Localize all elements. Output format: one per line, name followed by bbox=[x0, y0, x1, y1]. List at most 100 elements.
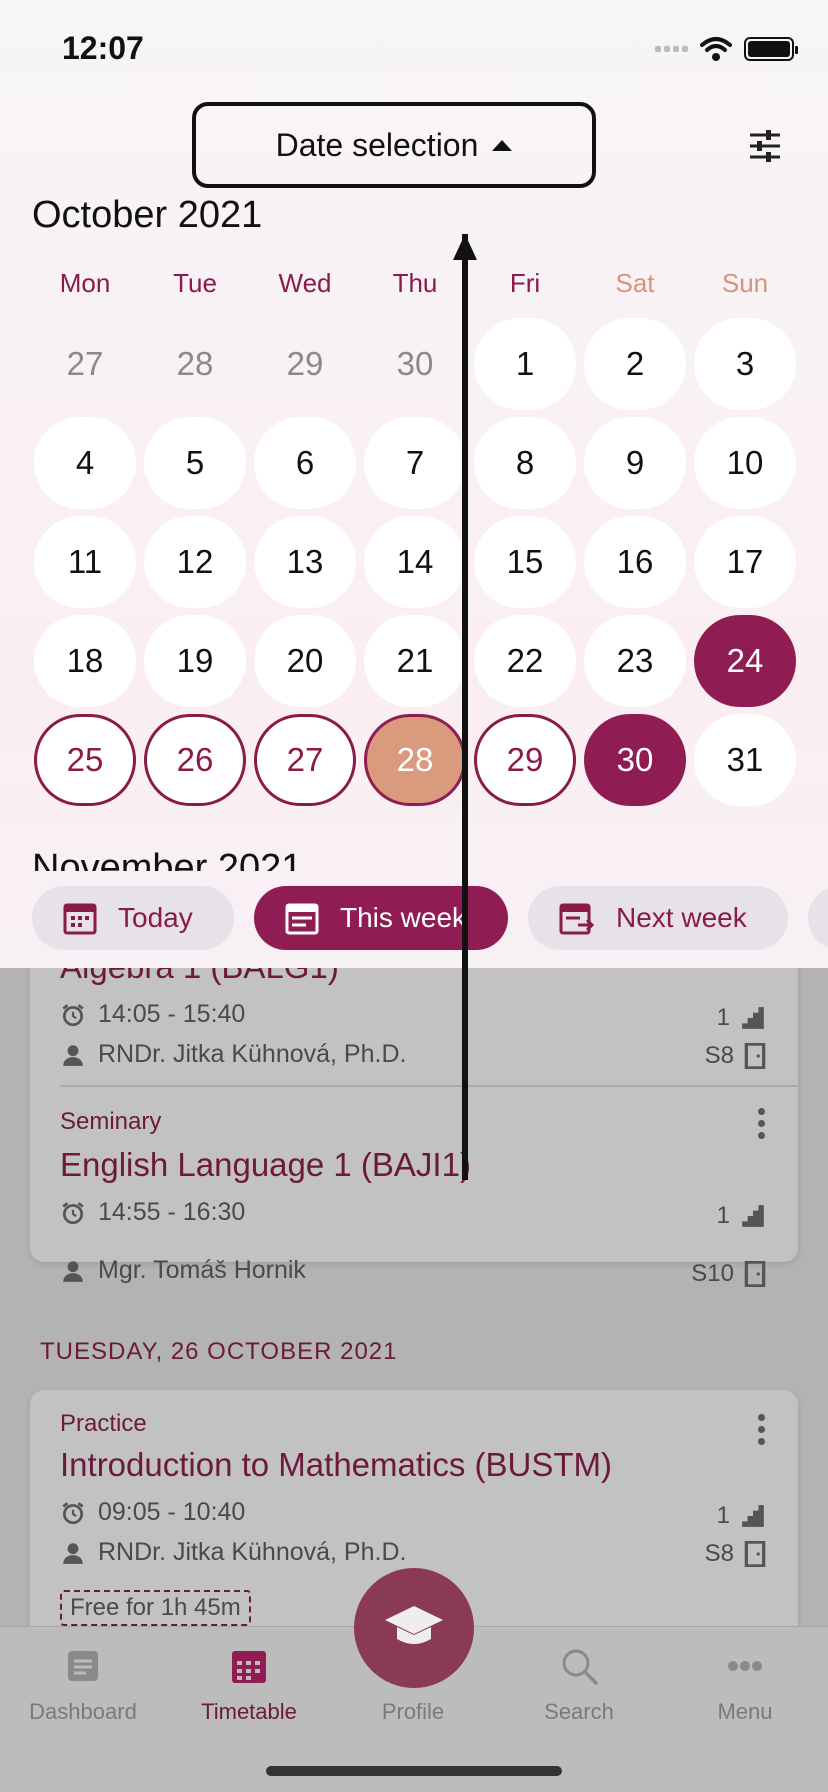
calendar-day[interactable]: 8 bbox=[474, 416, 576, 509]
quick-range-chips: Today This week Next week bbox=[0, 872, 828, 968]
calendar-day[interactable]: 15 bbox=[474, 515, 576, 608]
calendar-day-cell: 9 bbox=[580, 413, 690, 512]
timetable-list: Algebra 1 (BALG1) 14:05 - 15:40 RNDr. Ji… bbox=[0, 940, 828, 1650]
status-icons bbox=[655, 36, 798, 62]
calendar-day-cell: 30 bbox=[360, 314, 470, 413]
home-indicator bbox=[266, 1766, 562, 1776]
calendar-day[interactable]: 28 bbox=[364, 713, 466, 806]
calendar-day[interactable]: 20 bbox=[254, 614, 356, 707]
calendar-day-cell: 19 bbox=[140, 611, 250, 710]
date-selection-button[interactable]: Date selection bbox=[192, 102, 596, 188]
calendar-day[interactable]: 27 bbox=[254, 713, 356, 806]
calendar-day[interactable]: 25 bbox=[34, 713, 136, 806]
calendar-day-cell: 29 bbox=[250, 314, 360, 413]
event-teacher: RNDr. Jitka Kühnová, Ph.D. bbox=[60, 1538, 406, 1567]
calendar-day-cell: 26 bbox=[140, 710, 250, 809]
weekday-label: Thu bbox=[392, 268, 438, 298]
profile-fab-button[interactable] bbox=[354, 1568, 474, 1688]
battery-icon bbox=[744, 37, 798, 61]
graduation-cap-icon bbox=[385, 1606, 443, 1644]
signal-icon bbox=[655, 46, 688, 52]
tab-menu[interactable]: Menu bbox=[662, 1645, 828, 1725]
calendar-day[interactable]: 13 bbox=[254, 515, 356, 608]
event-time: 09:05 - 10:40 bbox=[60, 1498, 245, 1527]
this-week-chip[interactable]: This week bbox=[254, 886, 508, 950]
calendar-day-cell: 12 bbox=[140, 512, 250, 611]
calendar-day-cell: 11 bbox=[30, 512, 140, 611]
alarm-icon bbox=[62, 1501, 84, 1524]
month-title: October 2021 bbox=[32, 194, 263, 236]
calendar-day[interactable]: 5 bbox=[144, 416, 246, 509]
tab-search[interactable]: Search bbox=[496, 1645, 662, 1725]
swipe-arrow-line bbox=[462, 234, 468, 1180]
calendar-day[interactable]: 30 bbox=[584, 713, 686, 806]
calendar-day[interactable]: 23 bbox=[584, 614, 686, 707]
more-icon[interactable] bbox=[758, 1414, 766, 1445]
calendar-day-cell: 24 bbox=[690, 611, 800, 710]
calendar-day-cell: 16 bbox=[580, 512, 690, 611]
calendar-day[interactable]: 3 bbox=[694, 317, 796, 410]
tab-timetable[interactable]: Timetable bbox=[166, 1645, 332, 1725]
event-type: Seminary bbox=[60, 1108, 162, 1135]
calendar-day-cell: 22 bbox=[470, 611, 580, 710]
calendar-day[interactable]: 6 bbox=[254, 416, 356, 509]
event-room: S10 bbox=[691, 1260, 766, 1288]
calendar-day[interactable]: 10 bbox=[694, 416, 796, 509]
calendar-day[interactable]: 11 bbox=[34, 515, 136, 608]
calendar-day-cell: 28 bbox=[140, 314, 250, 413]
person-icon bbox=[63, 1260, 83, 1282]
calendar-day[interactable]: 9 bbox=[584, 416, 686, 509]
more-chip[interactable] bbox=[808, 886, 828, 950]
calendar-day[interactable]: 12 bbox=[144, 515, 246, 608]
calendar-day-cell: 18 bbox=[30, 611, 140, 710]
event-type: Practice bbox=[60, 1410, 147, 1437]
calendar-day[interactable]: 4 bbox=[34, 416, 136, 509]
filter-icon[interactable] bbox=[748, 128, 782, 164]
event-floor: 1 bbox=[717, 1004, 766, 1032]
next-week-chip[interactable]: Next week bbox=[528, 886, 788, 950]
weekday-header: Mon Tue Wed Thu Fri Sat Sun bbox=[30, 268, 800, 299]
person-icon bbox=[63, 1542, 83, 1564]
more-icon[interactable] bbox=[758, 1108, 766, 1139]
event-floor: 1 bbox=[717, 1202, 766, 1230]
event-teacher: Mgr. Tomáš Hornik bbox=[60, 1256, 306, 1285]
weekday-label: Sat bbox=[615, 268, 655, 298]
calendar-day[interactable]: 16 bbox=[584, 515, 686, 608]
calendar-day[interactable]: 24 bbox=[694, 614, 796, 707]
event-title: English Language 1 (BAJI1) bbox=[60, 1146, 471, 1183]
tab-dashboard[interactable]: Dashboard bbox=[0, 1645, 166, 1725]
calendar-grid: 27 28 29 30 1 2 3 4 5 6 7 8 9 10 11 12 13 14 15 16 17 18 19 20 2… bbox=[30, 314, 800, 809]
alarm-icon bbox=[62, 1201, 84, 1224]
calendar-day[interactable]: 18 bbox=[34, 614, 136, 707]
weekday-label: Mon bbox=[59, 268, 111, 298]
event-room: S8 bbox=[705, 1540, 766, 1568]
today-chip[interactable]: Today bbox=[32, 886, 234, 950]
calendar-day[interactable]: 26 bbox=[144, 713, 246, 806]
calendar-day[interactable]: 19 bbox=[144, 614, 246, 707]
event-room: S8 bbox=[705, 1042, 766, 1070]
calendar-day-cell: 8 bbox=[470, 413, 580, 512]
calendar-day[interactable]: 1 bbox=[474, 317, 576, 410]
calendar-day[interactable]: 2 bbox=[584, 317, 686, 410]
calendar-day[interactable]: 22 bbox=[474, 614, 576, 707]
calendar-day[interactable]: 21 bbox=[364, 614, 466, 707]
calendar-day-cell: 14 bbox=[360, 512, 470, 611]
month-title-next: November 2021 bbox=[32, 847, 303, 871]
more-horizontal-icon bbox=[728, 1661, 762, 1671]
calendar-day[interactable]: 31 bbox=[694, 713, 796, 806]
dashboard-icon bbox=[68, 1651, 98, 1681]
event-time: 14:55 - 16:30 bbox=[60, 1198, 245, 1227]
calendar-next-icon bbox=[559, 903, 595, 935]
calendar-day[interactable]: 7 bbox=[364, 416, 466, 509]
weekday-label: Tue bbox=[173, 268, 217, 298]
calendar-day[interactable]: 17 bbox=[694, 515, 796, 608]
alarm-icon bbox=[62, 1003, 84, 1026]
calendar-day[interactable]: 14 bbox=[364, 515, 466, 608]
door-icon bbox=[744, 1541, 766, 1567]
event-card[interactable]: Algebra 1 (BALG1) 14:05 - 15:40 RNDr. Ji… bbox=[30, 940, 798, 1262]
calendar-day-cell: 6 bbox=[250, 413, 360, 512]
door-icon bbox=[744, 1043, 766, 1069]
calendar-day-cell: 27 bbox=[30, 314, 140, 413]
calendar-day[interactable]: 29 bbox=[474, 713, 576, 806]
swipe-arrow-head-icon bbox=[453, 234, 477, 260]
